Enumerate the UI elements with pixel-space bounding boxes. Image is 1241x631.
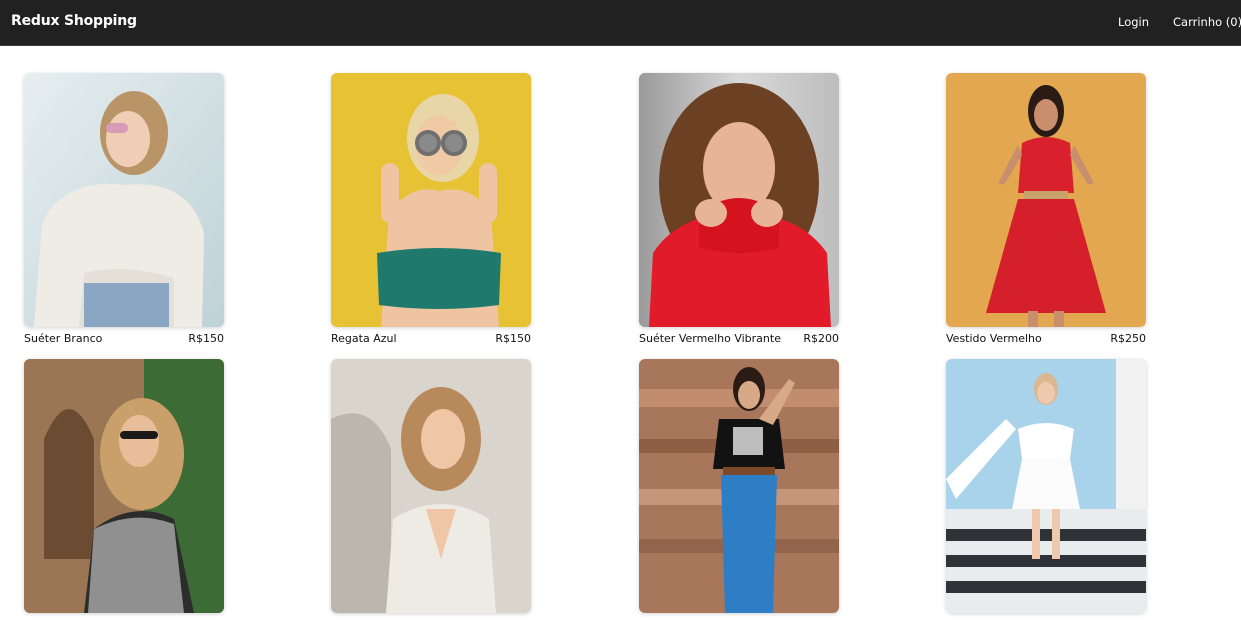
product-card[interactable]: Regata Azul R$150 [331,73,531,345]
product-image[interactable] [331,73,531,327]
product-price: R$200 [803,331,839,345]
product-image[interactable] [331,359,531,613]
product-image[interactable] [24,73,224,327]
product-image[interactable] [639,359,839,613]
top-navbar: Redux Shopping Login Carrinho (0) [0,0,1241,46]
product-price: R$250 [1110,331,1146,345]
product-name: Suéter Vermelho Vibrante [639,331,781,345]
product-card[interactable] [639,359,839,631]
cart-link[interactable]: Carrinho (0) [1173,15,1241,29]
product-card[interactable] [24,359,224,631]
product-name: Regata Azul [331,331,397,345]
product-image[interactable] [639,73,839,327]
product-card[interactable]: Suéter Vermelho Vibrante R$200 [639,73,839,345]
product-card[interactable]: Vestido Vermelho R$250 [946,73,1146,345]
product-name: Suéter Branco [24,331,103,345]
login-link[interactable]: Login [1118,15,1149,29]
product-card[interactable]: Suéter Branco R$150 [24,73,224,345]
product-image[interactable] [946,73,1146,327]
product-card[interactable] [946,359,1146,631]
product-price: R$150 [188,331,224,345]
product-card[interactable] [331,359,531,631]
product-image[interactable] [24,359,224,613]
brand-logo[interactable]: Redux Shopping [11,13,137,29]
product-image[interactable] [946,359,1146,613]
product-price: R$150 [495,331,531,345]
product-name: Vestido Vermelho [946,331,1042,345]
